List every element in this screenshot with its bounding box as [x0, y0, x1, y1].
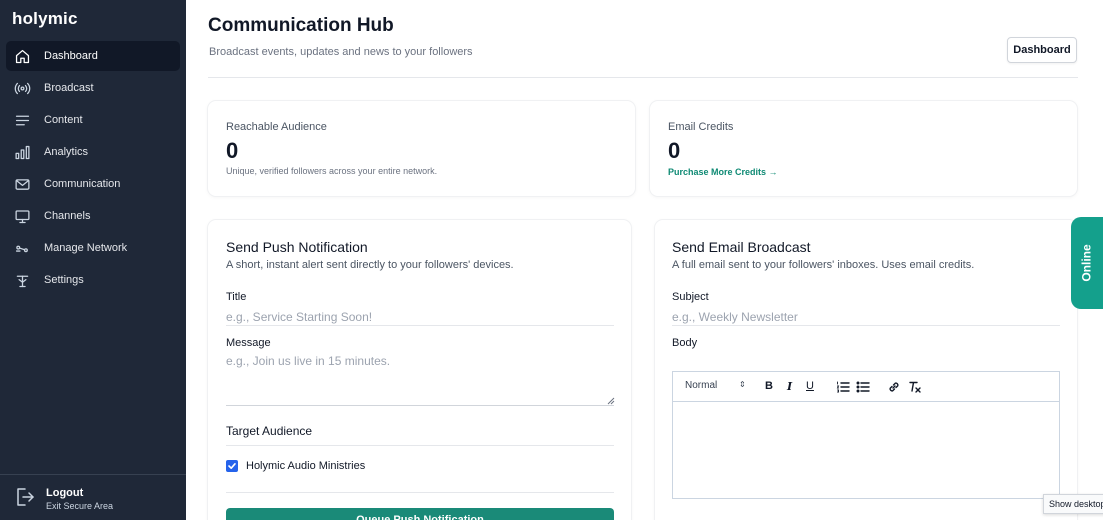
- sidebar: holymic Dashboard Broadcast Content Anal…: [0, 0, 186, 520]
- sidebar-divider: [0, 474, 186, 475]
- sidebar-item-label: Communication: [44, 178, 121, 190]
- audience-bottom-divider: [226, 492, 614, 493]
- sidebar-item-label: Content: [44, 114, 83, 126]
- sidebar-item-manage-network[interactable]: Manage Network: [6, 233, 180, 263]
- body-label: Body: [672, 337, 698, 349]
- push-notification-card: Send Push Notification A short, instant …: [208, 220, 631, 520]
- page-subtitle: Broadcast events, updates and news to yo…: [209, 46, 473, 58]
- settings-icon: [12, 270, 32, 290]
- broadcast-icon: [12, 78, 32, 98]
- link-icon[interactable]: [887, 380, 901, 394]
- audience-divider: [226, 445, 614, 446]
- reachable-audience-card: Reachable Audience 0 Unique, verified fo…: [208, 101, 635, 196]
- sidebar-item-label: Manage Network: [44, 242, 128, 254]
- home-icon: [12, 46, 32, 66]
- logout-texts: Logout Exit Secure Area: [46, 487, 113, 512]
- audience-value: 0: [226, 138, 239, 163]
- sidebar-item-dashboard[interactable]: Dashboard: [6, 41, 180, 71]
- editor-toolbar: Normal ⇕ B I U: [673, 372, 1059, 402]
- sidebar-item-broadcast[interactable]: Broadcast: [6, 73, 180, 103]
- sidebar-nav: Dashboard Broadcast Content Analytics Co…: [0, 41, 186, 297]
- sidebar-item-label: Broadcast: [44, 82, 94, 94]
- subject-input[interactable]: [672, 308, 1060, 326]
- credits-value: 0: [668, 138, 681, 163]
- check-icon: [228, 463, 236, 469]
- email-credits-card: Email Credits 0 Purchase More Credits →: [650, 101, 1077, 196]
- mail-icon: [12, 174, 32, 194]
- sidebar-item-label: Dashboard: [44, 50, 98, 62]
- credits-label: Email Credits: [668, 121, 734, 133]
- purchase-credits-link[interactable]: Purchase More Credits →: [668, 167, 778, 177]
- sidebar-item-settings[interactable]: Settings: [6, 265, 180, 295]
- email-title: Send Email Broadcast: [672, 239, 811, 255]
- sidebar-item-label: Analytics: [44, 146, 89, 158]
- format-select-arrow-icon[interactable]: ⇕: [739, 380, 746, 389]
- logout-icon: [14, 486, 36, 513]
- italic-button[interactable]: I: [787, 380, 792, 393]
- push-message-input[interactable]: [226, 354, 614, 406]
- bar-chart-icon: [12, 142, 32, 162]
- push-title-input[interactable]: [226, 308, 614, 326]
- network-icon: [12, 238, 32, 258]
- sidebar-item-label: Settings: [44, 274, 84, 286]
- page-title: Communication Hub: [208, 15, 394, 36]
- sidebar-item-content[interactable]: Content: [6, 105, 180, 135]
- subject-label: Subject: [672, 291, 709, 303]
- bold-button[interactable]: B: [765, 380, 773, 392]
- email-body-editor[interactable]: Normal ⇕ B I U: [672, 371, 1060, 499]
- online-status-tab[interactable]: Online: [1071, 217, 1103, 309]
- email-description: A full email sent to your followers' inb…: [672, 259, 975, 271]
- target-audience-title: Target Audience: [226, 424, 313, 438]
- push-message-label: Message: [226, 337, 271, 349]
- sidebar-item-label: Channels: [44, 210, 91, 222]
- audience-note: Unique, verified followers across your e…: [226, 166, 438, 176]
- push-description: A short, instant alert sent directly to …: [226, 259, 514, 271]
- ordered-list-icon[interactable]: [836, 380, 850, 394]
- dashboard-button[interactable]: Dashboard: [1007, 37, 1077, 63]
- queue-push-button[interactable]: Queue Push Notification: [226, 508, 614, 520]
- sidebar-item-communication[interactable]: Communication: [6, 169, 180, 199]
- audience-option-label: Holymic Audio Ministries: [246, 460, 366, 472]
- format-select[interactable]: Normal: [685, 380, 717, 391]
- app-logo[interactable]: holymic: [12, 9, 78, 29]
- audience-checkbox[interactable]: [226, 460, 238, 472]
- online-status-label: Online: [1080, 244, 1094, 282]
- clear-format-icon[interactable]: [908, 380, 922, 394]
- logout-sublabel: Exit Secure Area: [46, 501, 114, 511]
- show-desktop-tooltip: Show desktop: [1043, 494, 1103, 514]
- sidebar-item-channels[interactable]: Channels: [6, 201, 180, 231]
- underline-button[interactable]: U: [806, 380, 814, 392]
- logout-button[interactable]: Logout Exit Secure Area: [14, 486, 113, 513]
- resize-grip-icon[interactable]: [607, 397, 615, 405]
- monitor-icon: [12, 206, 32, 226]
- header-divider: [208, 77, 1078, 78]
- push-title-label: Title: [226, 291, 247, 303]
- logout-label: Logout: [46, 487, 84, 499]
- audience-label: Reachable Audience: [226, 121, 327, 133]
- bullet-list-icon[interactable]: [856, 380, 870, 394]
- push-title: Send Push Notification: [226, 239, 368, 255]
- sidebar-item-analytics[interactable]: Analytics: [6, 137, 180, 167]
- lines-icon: [12, 110, 32, 130]
